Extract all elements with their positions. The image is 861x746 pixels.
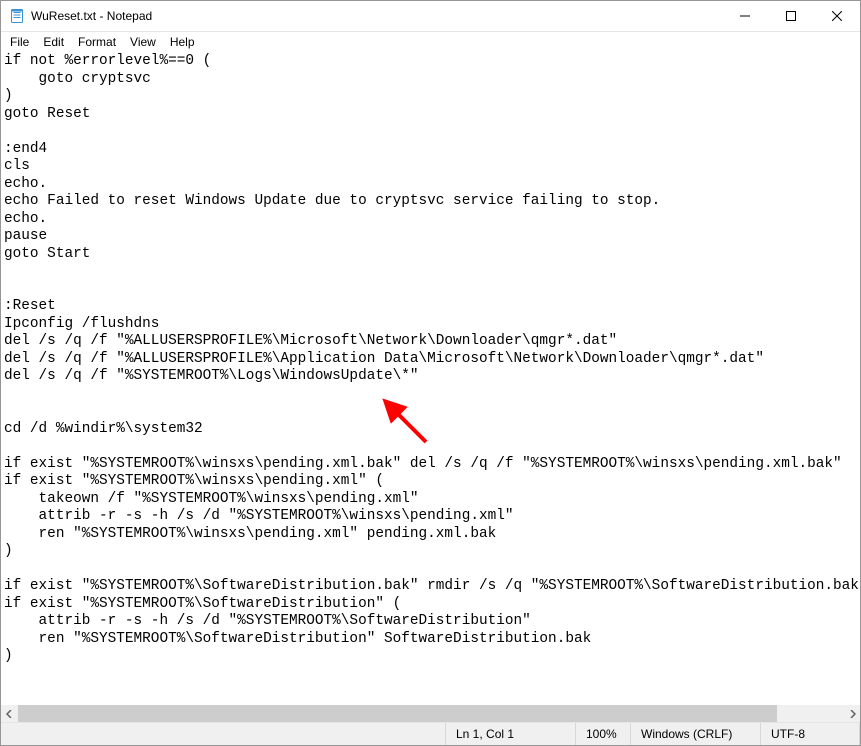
status-zoom: 100%: [575, 723, 630, 745]
scroll-thumb[interactable]: [18, 705, 777, 722]
scroll-left-button[interactable]: [1, 705, 18, 722]
status-position: Ln 1, Col 1: [445, 723, 575, 745]
menu-format[interactable]: Format: [71, 34, 123, 50]
menu-help[interactable]: Help: [163, 34, 202, 50]
menubar: File Edit Format View Help: [1, 32, 860, 52]
horizontal-scrollbar[interactable]: [1, 705, 860, 722]
scroll-right-button[interactable]: [843, 705, 860, 722]
notepad-window: WuReset.txt - Notepad File Edit Format V…: [0, 0, 861, 746]
window-title: WuReset.txt - Notepad: [31, 9, 722, 23]
menu-file[interactable]: File: [3, 34, 36, 50]
status-line-ending: Windows (CRLF): [630, 723, 760, 745]
menu-view[interactable]: View: [123, 34, 163, 50]
titlebar: WuReset.txt - Notepad: [1, 1, 860, 32]
statusbar: Ln 1, Col 1 100% Windows (CRLF) UTF-8: [1, 722, 860, 745]
maximize-button[interactable]: [768, 1, 814, 31]
status-encoding: UTF-8: [760, 723, 860, 745]
menu-edit[interactable]: Edit: [36, 34, 71, 50]
close-button[interactable]: [814, 1, 860, 31]
minimize-button[interactable]: [722, 1, 768, 31]
notepad-icon: [9, 8, 25, 24]
text-editor[interactable]: [1, 52, 860, 705]
status-spacer: [1, 723, 445, 745]
editor-area: [1, 52, 860, 705]
scroll-track[interactable]: [18, 705, 843, 722]
